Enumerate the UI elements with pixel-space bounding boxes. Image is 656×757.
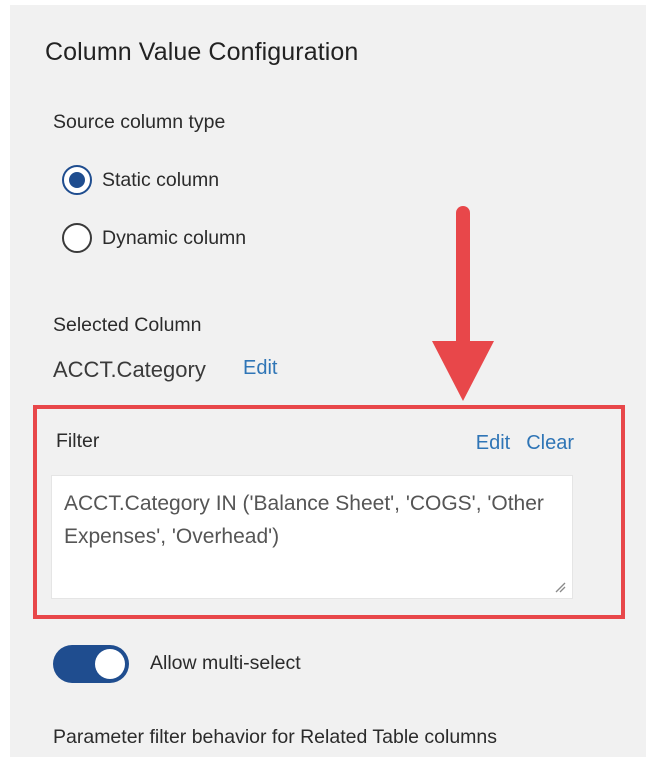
radio-static-column-label: Static column [102,168,220,191]
radio-dot-icon [69,172,85,188]
radio-dynamic-column[interactable]: Dynamic column [62,223,246,253]
filter-label: Filter [56,430,100,452]
selected-column-label: Selected Column [53,314,202,336]
toggle-knob [95,649,125,679]
radio-dynamic-column-label: Dynamic column [102,226,247,249]
panel-title: Column Value Configuration [45,38,359,66]
filter-expression-text: ACCT.Category IN ('Balance Sheet', 'COGS… [64,492,544,548]
radio-button-unchecked[interactable] [62,223,92,253]
selected-column-edit-link[interactable]: Edit [243,357,277,380]
radio-static-column[interactable]: Static column [62,165,219,195]
filter-edit-link[interactable]: Edit [476,432,510,455]
filter-section: Filter Edit Clear ACCT.Category IN ('Bal… [33,405,625,619]
filter-clear-link[interactable]: Clear [526,432,574,455]
radio-button-checked[interactable] [62,165,92,195]
red-arrow-down-icon [432,206,494,401]
filter-actions: Edit Clear [476,432,574,455]
allow-multi-select-label: Allow multi-select [150,652,301,674]
source-column-type-label: Source column type [53,111,226,133]
selected-column-value: ACCT.Category [53,357,206,382]
parameter-filter-behavior-label: Parameter filter behavior for Related Ta… [53,726,498,748]
filter-expression-textarea[interactable]: ACCT.Category IN ('Balance Sheet', 'COGS… [51,475,573,599]
allow-multi-select-toggle[interactable] [53,645,129,683]
resize-grip-icon[interactable] [554,581,566,593]
